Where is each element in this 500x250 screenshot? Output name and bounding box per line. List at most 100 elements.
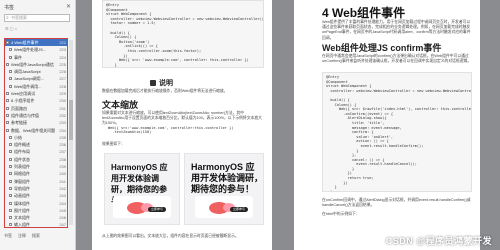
bookmark-page-number: 229 [59, 91, 66, 97]
footer-tab-search[interactable]: 搜索 [32, 233, 40, 239]
bookmark-label: 参考链接 [11, 120, 27, 126]
bookmark-item[interactable]: 图片组件 245 [5, 207, 67, 214]
bookmark-label: 导航组件 [14, 185, 30, 191]
bookmark-item[interactable]: 参考链接 233 [5, 119, 67, 126]
bookmark-checkbox[interactable] [6, 99, 9, 103]
note-icon [150, 80, 156, 86]
bookmark-item[interactable]: 媒体组件 244 [5, 200, 67, 207]
bookmark-checkbox[interactable] [9, 150, 12, 154]
footer-tab-bookmarks[interactable]: 书签 [4, 233, 12, 239]
bookmark-checkbox[interactable] [6, 128, 9, 132]
bookmark-checkbox[interactable] [9, 208, 12, 212]
banner-pill-button: 立即参与 [148, 207, 166, 212]
bookmark-checkbox[interactable] [9, 157, 12, 161]
bookmark-item[interactable]: 事件 224 [5, 54, 67, 61]
bookmark-checkbox[interactable] [6, 92, 9, 96]
bookmark-item[interactable]: 组件概述 236 [5, 141, 67, 148]
bookmark-page-number: 241 [59, 178, 66, 184]
code-block-zoom: @Entry @Component struct WebComponent { … [102, 0, 264, 68]
bookmark-item[interactable]: 网格组件 240 [5, 170, 67, 177]
bookmark-checkbox[interactable] [9, 201, 12, 205]
bookmark-label: 网格组件 [14, 171, 30, 177]
section-paragraph: 在网页中通常会使用JavaScript的confirm()方法弹出确认对话框，在… [322, 54, 472, 64]
bookmark-label: 组件概述 [14, 142, 30, 148]
bookmark-label: 组件布局 [14, 149, 30, 155]
bookmark-page-number: 244 [59, 200, 66, 206]
bookmark-item[interactable]: 文本组件 246 [5, 214, 67, 221]
bookmark-item[interactable]: 组件通信与传值 232 [5, 112, 67, 119]
note-text: 数据在数据加载完成后才能执行缩放操作，否则Web组件将无法进行缩放。 [102, 89, 228, 93]
bookmark-item[interactable]: Web组件JavaScript通信 225 [5, 61, 67, 68]
bookmark-checkbox[interactable] [9, 48, 12, 52]
bookmark-checkbox[interactable] [9, 70, 12, 74]
bookmark-checkbox[interactable] [6, 113, 9, 117]
bookmark-page-number: 235 [59, 134, 66, 140]
bookmark-checkbox[interactable] [6, 62, 9, 66]
bookmark-checkbox[interactable] [9, 143, 12, 147]
banner-image-left: HarmonyOS 应用开发体验调研，期待您的参与！ 立即参与 [104, 153, 180, 225]
bookmark-item[interactable]: 组件布局 237 [5, 148, 67, 155]
bookmark-checkbox[interactable] [9, 135, 12, 139]
bookmark-item[interactable]: 弹窗组件 241 [5, 178, 67, 185]
chapter-title: 4 Web组件事件 [322, 6, 406, 20]
bookmark-checkbox[interactable] [6, 41, 9, 44]
footer-tab-notes[interactable]: 注释 [18, 233, 26, 239]
bookmark-item[interactable]: 动画组件 243 [5, 192, 67, 199]
bookmark-sidebar: 书签 ✕ ⌕ 书签搜索 ☰ ▢ ⌂ 4 Web组件事件 222 Web组件处理JS.… [0, 0, 76, 250]
chapter-paragraph: Web组件提供了丰富的事件处理能力，用于在网页加载过程中或网页交互时，开发者可以… [322, 20, 471, 40]
watermark: CSDN @程序员鸿蒙开发 [385, 236, 492, 246]
bookmark-label: Web组件JavaScript通信 [11, 61, 54, 67]
bookmark-page-number: 226 [59, 69, 66, 75]
bookmark-page-number: 224 [59, 54, 66, 60]
bookmark-label: 8 小程序组件 [11, 98, 35, 104]
banner-card: 立即参与 [195, 196, 253, 218]
bookmark-item[interactable]: 导航组件 242 [5, 185, 67, 192]
bookmark-item[interactable]: 4 Web组件事件 222 [5, 39, 67, 47]
sidebar-scrollbar[interactable] [69, 40, 73, 225]
bookmark-checkbox[interactable] [9, 77, 12, 81]
bookmark-item[interactable]: 列表组件 239 [5, 163, 67, 170]
bookmark-item[interactable]: JavaScript调用... 227 [5, 75, 67, 82]
bookmark-item[interactable]: Web组件处理JS... 223 [5, 46, 67, 53]
bookmark-item[interactable]: 8 小程序组件 230 [5, 97, 67, 104]
bookmark-item[interactable]: 小结 235 [5, 134, 67, 141]
bookmark-label: 小结 [14, 134, 22, 140]
bookmark-page-number: 246 [59, 215, 66, 221]
bookmark-item[interactable]: 页面路由 231 [5, 105, 67, 112]
bookmark-checkbox[interactable] [6, 121, 9, 125]
sidebar-tool-buttons[interactable]: ☰ ▢ ⌂ [5, 26, 17, 31]
search-placeholder: 书签搜索 [11, 15, 27, 20]
scrollbar-thumb[interactable] [69, 100, 73, 140]
bookmark-label: Web组件调用... [14, 83, 42, 89]
after-paragraph: 在onConfirm回调中，通过AlertDialog显示对话框，并调用even… [322, 198, 471, 208]
bookmark-checkbox[interactable] [9, 84, 12, 88]
bookmark-item[interactable]: 组件状态 238 [5, 156, 67, 163]
bookmark-checkbox[interactable] [6, 106, 9, 110]
section-title: Web组件处理JS confirm事件 [322, 43, 442, 53]
bookmark-item[interactable]: Web组件调用... 228 [5, 83, 67, 90]
bookmark-item[interactable]: 调用JavaScript 226 [5, 68, 67, 75]
bookmark-page-number: 234 [59, 127, 66, 133]
text-zoom-paragraph: 如果需要对文本进行缩放，可以使用textZoomAtio(textZoomAti… [102, 111, 262, 126]
bookmark-checkbox[interactable] [9, 165, 12, 169]
document-page-left: @Entry @Component struct WebComponent { … [92, 0, 272, 250]
bookmark-page-number: 230 [59, 98, 66, 104]
bookmark-checkbox[interactable] [9, 186, 12, 190]
close-icon[interactable]: ✕ [66, 3, 71, 10]
bookmark-page-number: 233 [59, 120, 66, 126]
bookmark-checkbox[interactable] [9, 55, 12, 59]
search-icon: ⌕ [6, 15, 9, 21]
bookmark-checkbox[interactable] [9, 194, 12, 198]
bookmark-checkbox[interactable] [9, 179, 12, 183]
bookmark-item[interactable]: 数据、Web组件相关问题 234 [5, 127, 67, 134]
bookmark-item[interactable]: 输入组件 247 [5, 221, 67, 227]
bookmark-label: 文本组件 [14, 215, 30, 221]
note-heading-wrap: 说明 [150, 78, 173, 88]
bookmark-checkbox[interactable] [9, 172, 12, 176]
bookmark-checkbox[interactable] [9, 223, 12, 227]
search-input[interactable]: ⌕ 书签搜索 [4, 14, 70, 22]
bookmark-label: 图片组件 [14, 207, 30, 213]
bookmark-item[interactable]: Web应用调试 229 [5, 90, 67, 97]
bookmark-checkbox[interactable] [9, 216, 12, 220]
banner-card: 立即参与 [113, 196, 171, 218]
